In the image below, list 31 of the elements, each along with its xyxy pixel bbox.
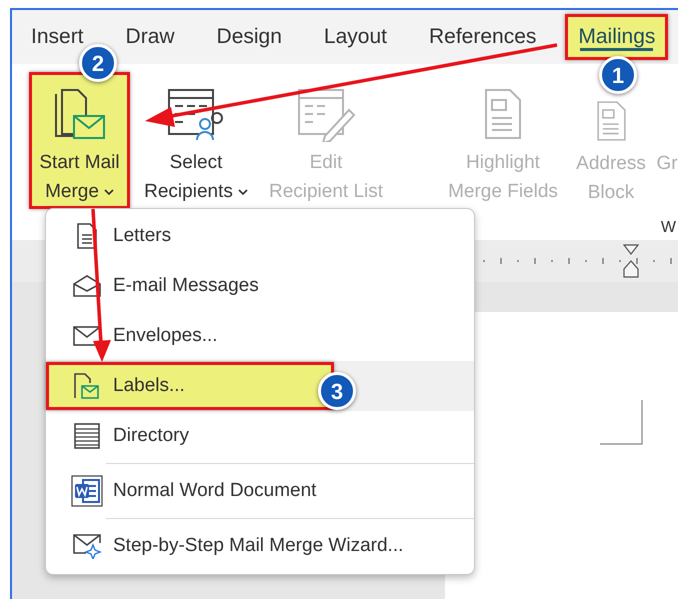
menu-item-label: Envelopes...	[113, 324, 218, 348]
menu-item-label: Normal Word Document	[113, 478, 316, 503]
document-icon	[482, 86, 524, 142]
menu-item-label: Directory	[113, 424, 190, 448]
document-icon	[76, 222, 98, 250]
ribbon-tab[interactable]: References	[416, 14, 550, 60]
word-document-icon	[71, 475, 103, 507]
table-pencil-icon	[295, 86, 357, 142]
open-envelope-icon	[72, 274, 102, 298]
menu-item[interactable]: Labels... 3	[46, 361, 474, 411]
crop-mark-icon	[600, 400, 644, 446]
list-icon	[73, 422, 101, 450]
group-label: W	[660, 218, 676, 238]
menu-item-label: Step-by-Step Mail Merge Wizard...	[113, 534, 404, 558]
menu-item[interactable]: Directory	[46, 411, 474, 461]
menu-item-label: Letters	[113, 224, 172, 248]
menu-item[interactable]: E-mail Messages	[46, 261, 474, 311]
ribbon-button[interactable]: Select Recipients	[136, 72, 256, 209]
menu-item[interactable]: Letters	[46, 211, 474, 261]
ribbon-tab[interactable]: Mailings	[565, 14, 668, 60]
ribbon-button[interactable]: Start Mail Merge	[29, 72, 130, 209]
menu-item-label: E-mail Messages	[113, 274, 259, 298]
ribbon-tab[interactable]: Layout	[310, 14, 400, 60]
menu-item[interactable]: Normal Word Document	[46, 466, 474, 516]
menu-item[interactable]: Step-by-Step Mail Merge Wizard...	[46, 521, 474, 571]
envelope-sparkle-icon	[72, 533, 102, 559]
document-icon	[594, 99, 628, 143]
step-number-badge: 3	[318, 372, 356, 410]
menu-item-label: Labels...	[113, 374, 185, 398]
ribbon-tab[interactable]: Design	[204, 14, 295, 60]
document-envelope-icon	[73, 372, 101, 400]
